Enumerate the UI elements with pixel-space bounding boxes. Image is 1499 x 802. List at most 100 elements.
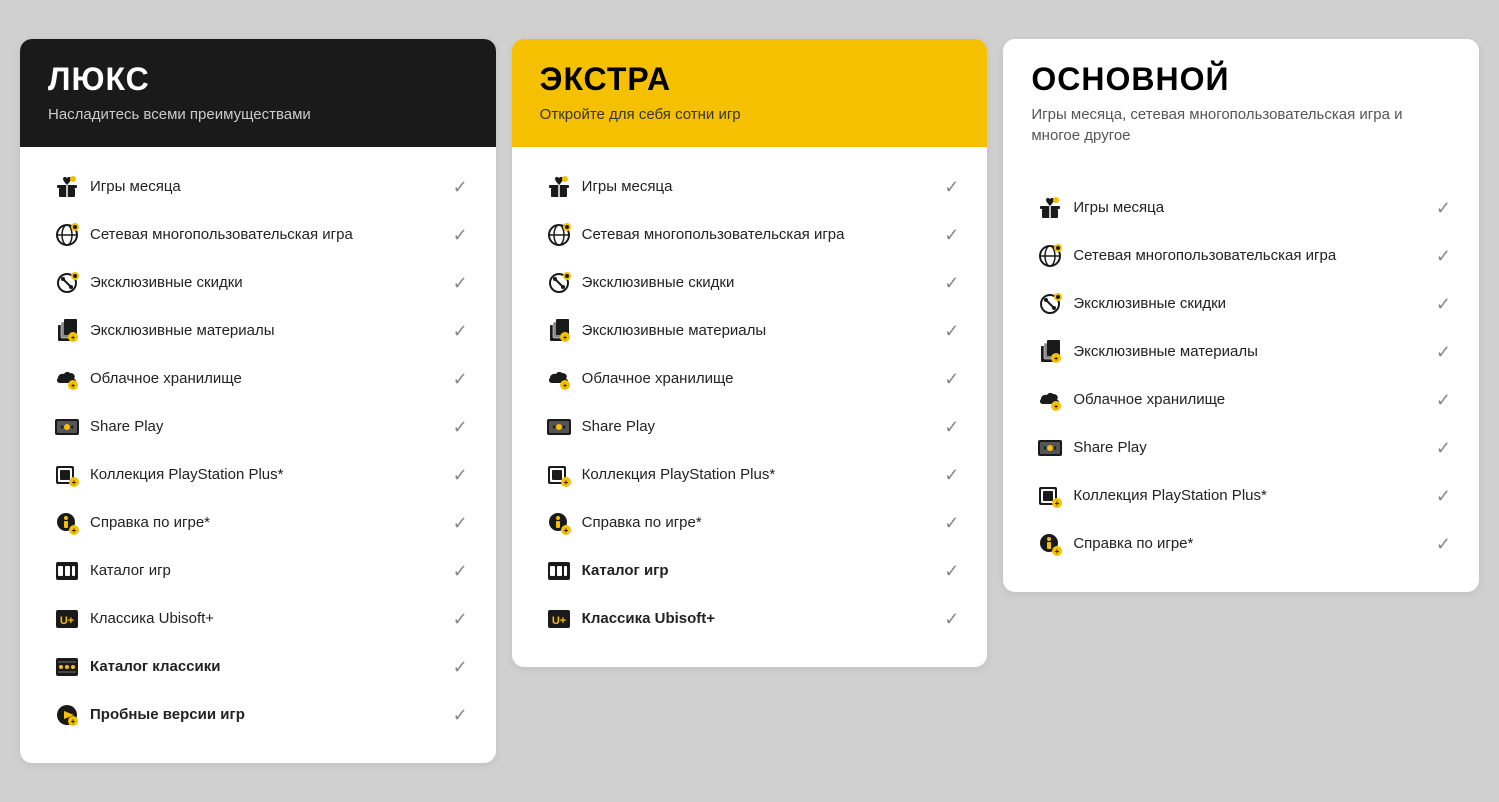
feature-label: Классика Ubisoft+ [578, 609, 932, 629]
feature-label: Облачное хранилище [1069, 390, 1423, 410]
feature-checkmark: ✓ [440, 225, 468, 246]
feature-row: Сетевая многопользовательская игра✓ [540, 211, 960, 259]
svg-text:U+: U+ [551, 615, 565, 627]
feature-row: Каталог игр✓ [540, 547, 960, 595]
gift-icon [48, 173, 86, 201]
materials-icon: + [48, 317, 86, 345]
plan-subtitle-extra: Откройте для себя сотни игр [540, 104, 960, 125]
plan-subtitle-basic: Игры месяца, сетевая многопользовательск… [1031, 104, 1451, 146]
feature-label: Справка по игре* [86, 513, 440, 533]
svg-text:+: + [1054, 404, 1058, 411]
feature-checkmark: ✓ [931, 225, 959, 246]
feature-label: Классика Ubisoft+ [86, 609, 440, 629]
feature-label: Share Play [1069, 438, 1423, 458]
feature-checkmark: ✓ [931, 369, 959, 390]
feature-checkmark: ✓ [931, 321, 959, 342]
cloud-icon: + [1031, 386, 1069, 414]
feature-row: + Облачное хранилище✓ [540, 355, 960, 403]
feature-label: Эксклюзивные материалы [578, 321, 932, 341]
feature-checkmark: ✓ [1423, 438, 1451, 459]
feature-row: + Коллекция PlayStation Plus*✓ [48, 451, 468, 499]
feature-checkmark: ✓ [440, 321, 468, 342]
feature-checkmark: ✓ [931, 417, 959, 438]
plan-title-extra: ЭКСТРА [540, 61, 960, 98]
feature-checkmark: ✓ [1423, 534, 1451, 555]
plan-header-lux: ЛЮКСНасладитесь всеми преимуществами [20, 39, 496, 147]
plan-title-lux: ЛЮКС [48, 61, 468, 98]
feature-label: Сетевая многопользовательская игра [86, 225, 440, 245]
feature-row: Каталог игр✓ [48, 547, 468, 595]
svg-text:+: + [563, 478, 568, 487]
feature-row: + Эксклюзивные материалы✓ [48, 307, 468, 355]
gift-icon [540, 173, 578, 201]
feature-checkmark: ✓ [1423, 198, 1451, 219]
feature-row: Share Play✓ [1031, 424, 1451, 472]
feature-checkmark: ✓ [440, 465, 468, 486]
plan-header-extra: ЭКСТРА Откройте для себя сотни игр [512, 39, 988, 147]
shareplay-icon [1031, 434, 1069, 462]
feature-label: Пробные версии игр [86, 705, 440, 725]
discount-icon [1031, 290, 1069, 318]
feature-label: Облачное хранилище [86, 369, 440, 389]
feature-row: Сетевая многопользовательская игра✓ [48, 211, 468, 259]
plan-features-basic: Игры месяца✓ Сетевая многопользовательск… [1003, 168, 1479, 592]
feature-checkmark: ✓ [440, 609, 468, 630]
feature-checkmark: ✓ [1423, 342, 1451, 363]
feature-checkmark: ✓ [931, 273, 959, 294]
svg-text:+: + [72, 526, 77, 535]
feature-row: + Эксклюзивные материалы✓ [1031, 328, 1451, 376]
feature-checkmark: ✓ [1423, 390, 1451, 411]
plan-card-extra: ЭКСТРА Откройте для себя сотни игр Игры м… [512, 39, 988, 667]
hint-icon: + [1031, 530, 1069, 558]
psplus-icon: + [1031, 482, 1069, 510]
feature-label: Сетевая многопользовательская игра [1069, 246, 1423, 266]
classics-icon [48, 653, 86, 681]
svg-text:+: + [1055, 499, 1060, 508]
feature-label: Эксклюзивные скидки [1069, 294, 1423, 314]
materials-icon: + [1031, 338, 1069, 366]
feature-label: Игры месяца [1069, 198, 1423, 218]
plan-title-basic: ОСНОВНОЙ [1031, 61, 1451, 98]
feature-checkmark: ✓ [440, 705, 468, 726]
feature-row: + Пробные версии игр✓ [48, 691, 468, 739]
feature-row: Сетевая многопользовательская игра✓ [1031, 232, 1451, 280]
ubisoft-icon: U+ [540, 605, 578, 633]
plan-features-extra: Игры месяца✓ Сетевая многопользовательск… [512, 147, 988, 667]
svg-text:U+: U+ [60, 615, 74, 627]
feature-label: Коллекция PlayStation Plus* [578, 465, 932, 485]
feature-label: Справка по игре* [578, 513, 932, 533]
feature-label: Игры месяца [86, 177, 440, 197]
feature-row: + Справка по игре*✓ [540, 499, 960, 547]
feature-row: Share Play✓ [540, 403, 960, 451]
feature-row: U+ Классика Ubisoft+✓ [48, 595, 468, 643]
cloud-icon: + [48, 365, 86, 393]
gift-icon [1031, 194, 1069, 222]
feature-row: Каталог классики✓ [48, 643, 468, 691]
feature-label: Эксклюзивные материалы [1069, 342, 1423, 362]
feature-label: Коллекция PlayStation Plus* [1069, 486, 1423, 506]
svg-text:+: + [1055, 547, 1060, 556]
feature-checkmark: ✓ [440, 177, 468, 198]
feature-row: + Облачное хранилище✓ [48, 355, 468, 403]
network-icon [48, 221, 86, 249]
svg-text:+: + [71, 717, 76, 726]
feature-row: Игры месяца✓ [540, 163, 960, 211]
psplus-icon: + [540, 461, 578, 489]
feature-row: + Эксклюзивные материалы✓ [540, 307, 960, 355]
feature-row: Share Play✓ [48, 403, 468, 451]
feature-checkmark: ✓ [931, 513, 959, 534]
feature-checkmark: ✓ [440, 513, 468, 534]
feature-checkmark: ✓ [440, 561, 468, 582]
hint-icon: + [540, 509, 578, 537]
feature-checkmark: ✓ [931, 609, 959, 630]
feature-row: Игры месяца✓ [1031, 184, 1451, 232]
feature-label: Коллекция PlayStation Plus* [86, 465, 440, 485]
feature-row: U+ Классика Ubisoft+✓ [540, 595, 960, 643]
svg-text:+: + [563, 383, 567, 390]
feature-row: + Коллекция PlayStation Plus*✓ [1031, 472, 1451, 520]
feature-label: Эксклюзивные скидки [86, 273, 440, 293]
feature-row: Эксклюзивные скидки✓ [540, 259, 960, 307]
feature-row: Эксклюзивные скидки✓ [48, 259, 468, 307]
feature-row: Игры месяца✓ [48, 163, 468, 211]
feature-label: Игры месяца [578, 177, 932, 197]
